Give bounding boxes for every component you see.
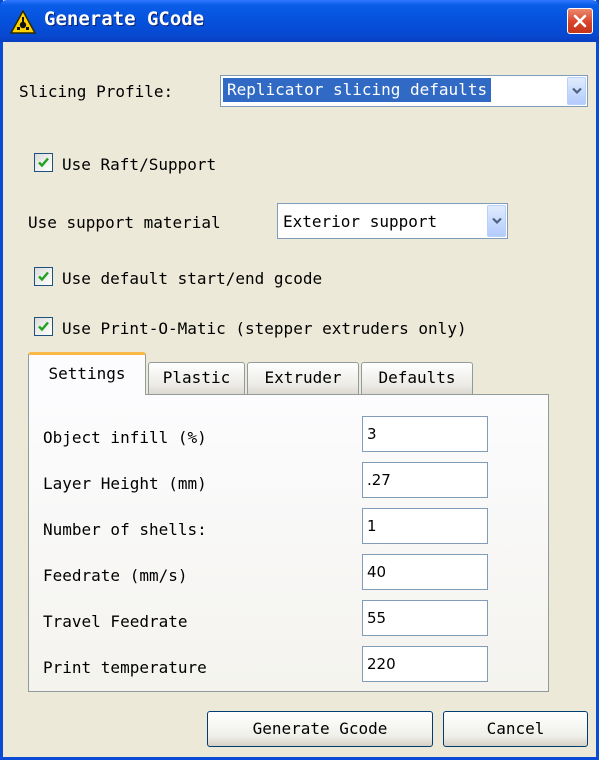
checkmark-icon xyxy=(38,321,49,332)
use-print-o-matic-checkbox[interactable] xyxy=(34,317,53,336)
generate-gcode-button[interactable]: Generate Gcode xyxy=(207,711,433,747)
feedrate-label: Feedrate (mm/s) xyxy=(43,566,188,585)
generate-gcode-dialog: Generate GCode Slicing Profile: Replicat… xyxy=(0,0,599,760)
tab-defaults[interactable]: Defaults xyxy=(361,362,473,394)
use-default-gcode-label[interactable]: Use default start/end gcode xyxy=(62,269,322,288)
support-material-label: Use support material xyxy=(28,213,221,232)
chevron-down-icon xyxy=(572,87,582,95)
support-material-dropdown-button[interactable] xyxy=(487,205,506,237)
number-of-shells-field[interactable] xyxy=(362,508,488,544)
slicing-profile-select[interactable]: Replicator slicing defaults xyxy=(220,75,588,107)
use-raft-checkbox[interactable] xyxy=(34,153,53,172)
tab-plastic[interactable]: Plastic xyxy=(148,362,245,394)
settings-panel: Object infill (%) Layer Height (mm) Numb… xyxy=(28,394,549,692)
warning-triangle-icon xyxy=(9,9,37,34)
print-temperature-field[interactable] xyxy=(362,646,488,682)
object-infill-label: Object infill (%) xyxy=(43,428,207,447)
tab-extruder[interactable]: Extruder xyxy=(247,362,359,394)
use-print-o-matic-label[interactable]: Use Print-O-Matic (stepper extruders onl… xyxy=(62,319,467,338)
use-default-gcode-checkbox[interactable] xyxy=(34,267,53,286)
close-icon xyxy=(573,14,587,28)
support-material-value: Exterior support xyxy=(283,212,438,231)
checkmark-icon xyxy=(38,157,49,168)
object-infill-field[interactable] xyxy=(362,416,488,452)
slicing-profile-value: Replicator slicing defaults xyxy=(223,78,492,102)
feedrate-field[interactable] xyxy=(362,554,488,590)
tab-settings[interactable]: Settings xyxy=(28,352,146,395)
travel-feedrate-field[interactable] xyxy=(362,600,488,636)
number-of-shells-label: Number of shells: xyxy=(43,520,207,539)
use-raft-label[interactable]: Use Raft/Support xyxy=(62,155,216,174)
cancel-button[interactable]: Cancel xyxy=(443,711,588,747)
title-bar[interactable]: Generate GCode xyxy=(0,0,599,42)
slicing-profile-dropdown-button[interactable] xyxy=(567,77,586,105)
checkmark-icon xyxy=(38,271,49,282)
slicing-profile-label: Slicing Profile: xyxy=(19,82,174,101)
travel-feedrate-label: Travel Feedrate xyxy=(43,612,188,631)
print-temperature-label: Print temperature xyxy=(43,658,207,677)
close-button[interactable] xyxy=(567,8,593,34)
support-material-select[interactable]: Exterior support xyxy=(277,203,508,239)
layer-height-field[interactable] xyxy=(362,462,488,498)
chevron-down-icon xyxy=(492,217,502,225)
window-title: Generate GCode xyxy=(44,8,205,30)
layer-height-label: Layer Height (mm) xyxy=(43,474,207,493)
